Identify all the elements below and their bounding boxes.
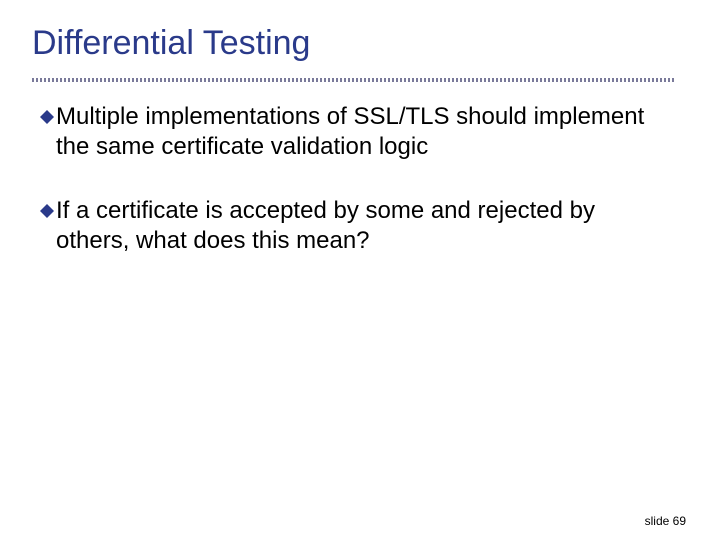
diamond-bullet-icon bbox=[40, 204, 54, 218]
slide-title: Differential Testing bbox=[32, 24, 310, 63]
bullet-text: If a certificate is accepted by some and… bbox=[56, 196, 668, 256]
diamond-bullet-icon bbox=[40, 110, 54, 124]
slide-body: Multiple implementations of SSL/TLS shou… bbox=[40, 102, 668, 290]
bullet-item: Multiple implementations of SSL/TLS shou… bbox=[40, 102, 668, 162]
title-underline bbox=[32, 78, 674, 82]
slide: Differential Testing Multiple implementa… bbox=[0, 0, 720, 540]
bullet-item: If a certificate is accepted by some and… bbox=[40, 196, 668, 256]
slide-number: slide 69 bbox=[645, 514, 686, 528]
bullet-text: Multiple implementations of SSL/TLS shou… bbox=[56, 102, 668, 162]
